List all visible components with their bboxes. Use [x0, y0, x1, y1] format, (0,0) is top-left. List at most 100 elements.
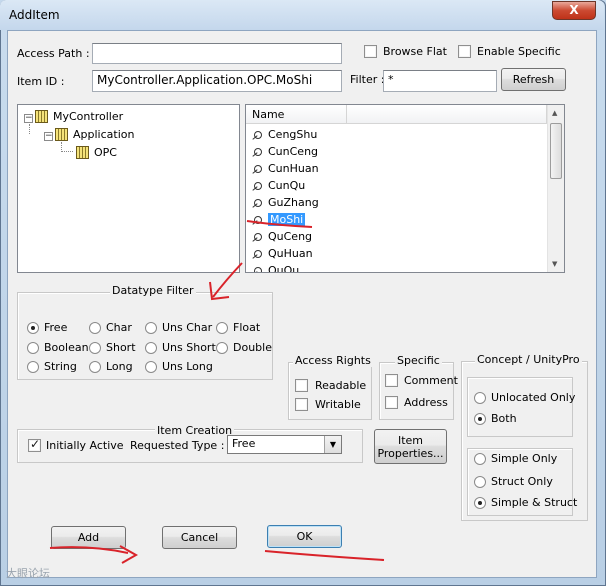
concept-subgroup-location [467, 377, 573, 437]
datatype-radio[interactable] [89, 322, 101, 334]
datatype-radio[interactable] [89, 361, 101, 373]
concept-radio[interactable] [474, 413, 486, 425]
scroll-down-icon[interactable]: ▼ [552, 260, 557, 268]
column-header-empty [347, 105, 547, 124]
concept-radio-label: Both [491, 412, 517, 425]
initially-active-checkbox[interactable] [28, 437, 41, 452]
tag-icon [252, 249, 264, 258]
datatype-radio[interactable] [216, 342, 228, 354]
enable-specific-checkbox[interactable] [458, 45, 471, 58]
struct-radio[interactable] [474, 476, 486, 488]
struct-radio[interactable] [474, 453, 486, 465]
datatype-radio-label: Boolean [44, 341, 89, 354]
datatype-radio[interactable] [145, 322, 157, 334]
folder-icon [55, 128, 68, 141]
comment-label: Comment [404, 374, 458, 387]
chevron-down-icon[interactable]: ▼ [324, 436, 341, 453]
enable-specific-label: Enable Specific [477, 45, 561, 58]
item-list-panel[interactable]: Name CengShu CunCeng CunHuan CunQu GuZhang Mo… [245, 104, 565, 273]
datatype-radio[interactable] [27, 361, 39, 373]
writable-checkbox[interactable] [295, 398, 308, 411]
datatype-radio[interactable] [216, 322, 228, 334]
readable-checkbox[interactable] [295, 379, 308, 392]
specific-group [379, 362, 454, 420]
list-scrollbar[interactable]: ▲ ▼ [547, 105, 564, 272]
tag-icon [252, 198, 264, 207]
datatype-radio[interactable] [89, 342, 101, 354]
list-item[interactable]: QuQu [252, 262, 300, 273]
specific-title: Specific [395, 354, 442, 367]
item-properties-line1: Item [397, 433, 424, 447]
tree-node-label: Application [73, 128, 135, 141]
list-item-label: QuQu [268, 264, 300, 273]
datatype-radio-label: String [44, 360, 77, 373]
cancel-button[interactable]: Cancel [162, 526, 237, 549]
item-properties-button[interactable]: Item Properties... [374, 429, 447, 464]
ok-button[interactable]: OK [267, 525, 342, 548]
access-path-input[interactable] [92, 43, 342, 64]
tree-node-application[interactable]: Application [55, 128, 134, 141]
tree-node-label: OPC [94, 146, 117, 159]
list-item[interactable]: CunCeng [252, 143, 318, 160]
datatype-radio[interactable] [145, 361, 157, 373]
list-item[interactable]: QuHuan [252, 245, 313, 262]
list-item[interactable]: QuCeng [252, 228, 312, 245]
refresh-button[interactable]: Refresh [501, 68, 566, 91]
list-item[interactable]: GuZhang [252, 194, 319, 211]
tree-node-mycontroller[interactable]: MyController [35, 110, 123, 123]
tag-icon [252, 266, 264, 272]
tree-panel[interactable]: − MyController − Application OPC [17, 104, 240, 273]
close-button[interactable]: X [552, 1, 596, 20]
datatype-radio-label: Short [106, 341, 136, 354]
datatype-radio-label: Long [106, 360, 133, 373]
address-checkbox[interactable] [385, 396, 398, 409]
tree-node-opc[interactable]: OPC [76, 146, 117, 159]
requested-type-select[interactable]: Free ▼ [227, 435, 342, 454]
concept-radio[interactable] [474, 392, 486, 404]
readable-label: Readable [315, 379, 367, 392]
access-rights-title: Access Rights [293, 354, 373, 367]
datatype-radio-label: Double [233, 341, 272, 354]
datatype-radio[interactable] [27, 322, 39, 334]
list-item-label: CengShu [268, 128, 318, 141]
concept-radio-label: Unlocated Only [491, 391, 576, 404]
add-button[interactable]: Add [51, 526, 126, 549]
controller-icon [35, 110, 48, 123]
datatype-radio-label: Free [44, 321, 68, 334]
comment-checkbox[interactable] [385, 374, 398, 387]
list-item[interactable]: CunQu [252, 177, 305, 194]
list-item[interactable]: CunHuan [252, 160, 319, 177]
datatype-filter-title: Datatype Filter [110, 284, 196, 297]
scroll-up-icon[interactable]: ▲ [552, 109, 557, 117]
item-creation-title: Item Creation [155, 424, 235, 437]
list-item[interactable]: CengShu [252, 126, 317, 143]
column-header-name[interactable]: Name [246, 105, 347, 124]
folder-icon [76, 146, 89, 159]
tree-node-label: MyController [53, 110, 124, 123]
datatype-radio-label: Char [106, 321, 132, 334]
list-item-label: CunCeng [268, 145, 319, 158]
list-item-label: CunHuan [268, 162, 319, 175]
item-properties-line2: Properties... [377, 446, 444, 460]
title-bar[interactable]: AddItem X [0, 0, 604, 30]
requested-type-value: Free [232, 437, 256, 450]
datatype-radio-label: Uns Long [162, 360, 213, 373]
item-id-input[interactable]: MyController.Application.OPC.MoShi [92, 70, 342, 92]
expander-minus-icon[interactable]: − [24, 114, 33, 123]
datatype-radio[interactable] [145, 342, 157, 354]
scroll-thumb[interactable] [550, 123, 562, 179]
filter-label: Filter : [350, 73, 385, 86]
access-path-label: Access Path : [17, 47, 90, 60]
struct-radio-label: Simple & Struct [491, 496, 578, 509]
browse-flat-checkbox[interactable] [364, 45, 377, 58]
struct-radio-label: Struct Only [491, 475, 553, 488]
initially-active-label: Initially Active [46, 439, 124, 452]
filter-input[interactable]: * [383, 70, 497, 92]
watermark: 大眼论坛 [6, 567, 50, 580]
struct-radio[interactable] [474, 497, 486, 509]
writable-label: Writable [315, 398, 361, 411]
item-id-label: Item ID : [17, 75, 65, 88]
expander-minus-icon[interactable]: − [44, 132, 53, 141]
datatype-radio[interactable] [27, 342, 39, 354]
list-item[interactable]: MoShi [252, 211, 306, 228]
